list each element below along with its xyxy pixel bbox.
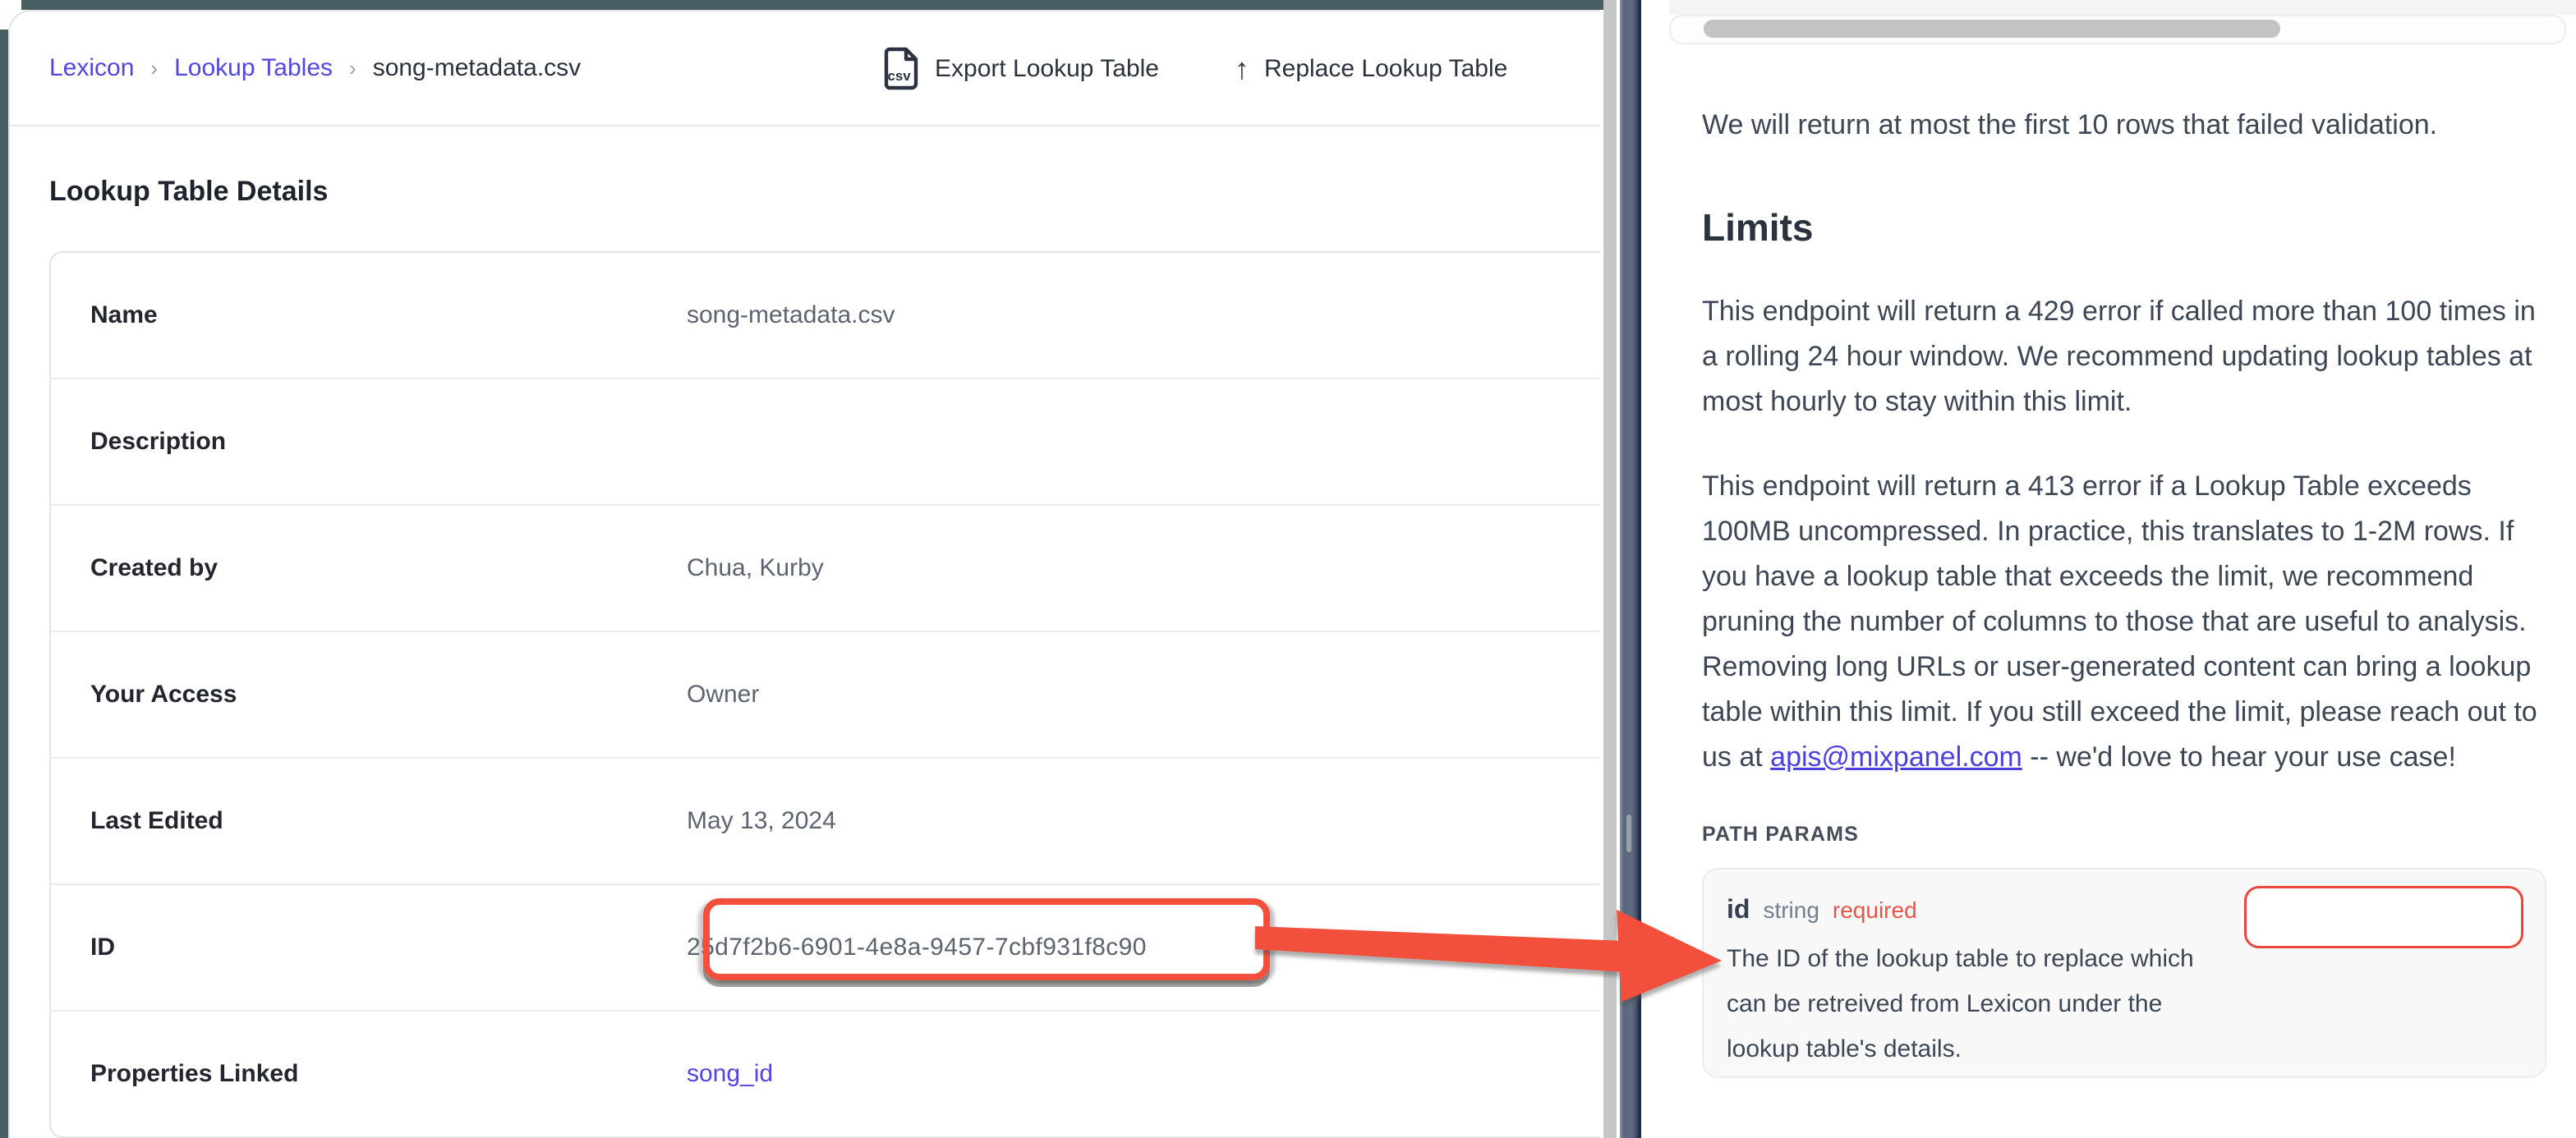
divider-scrollbar-thumb[interactable] bbox=[1626, 814, 1631, 852]
row-value: Owner bbox=[687, 681, 759, 709]
breadcrumb: Lexicon › Lookup Tables › song-metadata.… bbox=[49, 54, 581, 82]
table-row-last-edited: Last Edited May 13, 2024 bbox=[51, 757, 1600, 883]
table-row-name: Name song-metadata.csv bbox=[51, 253, 1600, 378]
path-params-label: PATH PARAMS bbox=[1702, 823, 2543, 847]
export-lookup-table-button[interactable]: csv Export Lookup Table bbox=[884, 47, 1159, 91]
row-label: Name bbox=[51, 301, 687, 329]
id-param-input[interactable] bbox=[2244, 886, 2523, 948]
row-label: Created by bbox=[51, 554, 687, 582]
paragraph-text: This endpoint will return a 413 error if… bbox=[1702, 470, 2537, 773]
replace-button-label: Replace Lookup Table bbox=[1264, 55, 1507, 83]
limits-heading: Limits bbox=[1702, 205, 2543, 250]
chevron-right-icon: › bbox=[349, 56, 356, 81]
breadcrumb-lookup-tables-link[interactable]: Lookup Tables bbox=[174, 54, 333, 82]
param-required-badge: required bbox=[1833, 897, 1917, 924]
row-value: May 13, 2024 bbox=[687, 807, 836, 835]
id-param-card: id string required The ID of the lookup … bbox=[1702, 868, 2546, 1078]
row-value: song-metadata.csv bbox=[687, 301, 895, 329]
param-name: id bbox=[1727, 894, 1750, 925]
row-label: Description bbox=[51, 428, 687, 456]
backdrop-top-band bbox=[21, 0, 1603, 10]
chevron-right-icon: › bbox=[150, 56, 158, 81]
limits-paragraph-413: This endpoint will return a 413 error if… bbox=[1702, 464, 2543, 780]
limits-paragraph-429: This endpoint will return a 429 error if… bbox=[1702, 289, 2543, 424]
param-type: string bbox=[1763, 897, 1819, 924]
header-actions: csv Export Lookup Table ↑ Replace Lookup… bbox=[884, 44, 1507, 94]
docs-window: We will return at most the first 10 rows… bbox=[1641, 0, 2576, 1138]
csv-file-icon: csv bbox=[884, 47, 920, 91]
page-title: Lookup Table Details bbox=[49, 176, 1600, 210]
backdrop-left-edge bbox=[0, 30, 8, 1138]
paragraph-text: -- we'd love to hear your use case! bbox=[2022, 741, 2456, 773]
lexicon-header: Lexicon › Lookup Tables › song-metadata.… bbox=[10, 11, 1600, 126]
row-label: ID bbox=[51, 934, 687, 961]
table-row-id: ID 25d7f2b6-6901-4e8a-9457-7cbf931f8c90 bbox=[51, 883, 1600, 1010]
breadcrumb-lexicon-link[interactable]: Lexicon bbox=[49, 54, 134, 82]
song-id-property-link[interactable]: song_id bbox=[687, 1060, 773, 1088]
row-label: Last Edited bbox=[51, 807, 687, 835]
left-window-scrollbar[interactable] bbox=[1603, 0, 1617, 1138]
table-row-properties-linked: Properties Linked song_id bbox=[51, 1010, 1600, 1136]
table-row-created-by: Created by Chua, Kurby bbox=[51, 504, 1600, 631]
lexicon-window: Lexicon › Lookup Tables › song-metadata.… bbox=[8, 10, 1600, 1138]
table-row-your-access: Your Access Owner bbox=[51, 631, 1600, 757]
validation-note-text: We will return at most the first 10 rows… bbox=[1702, 103, 2543, 146]
breadcrumb-current-file: song-metadata.csv bbox=[373, 54, 581, 82]
export-button-label: Export Lookup Table bbox=[935, 55, 1159, 83]
row-value: Chua, Kurby bbox=[687, 554, 824, 582]
row-label: Your Access bbox=[51, 681, 687, 709]
param-description: The ID of the lookup table to replace wh… bbox=[1704, 925, 2220, 1071]
window-divider-bar bbox=[1620, 0, 1641, 1138]
arrow-up-icon: ↑ bbox=[1235, 52, 1249, 86]
replace-lookup-table-button[interactable]: ↑ Replace Lookup Table bbox=[1235, 52, 1507, 86]
lookup-table-id-value: 25d7f2b6-6901-4e8a-9457-7cbf931f8c90 bbox=[687, 934, 1147, 961]
row-label: Properties Linked bbox=[51, 1060, 687, 1088]
lookup-table-details-card: Name song-metadata.csv Description Creat… bbox=[49, 251, 1600, 1138]
svg-text:csv: csv bbox=[887, 68, 911, 84]
mixpanel-email-link[interactable]: apis@mixpanel.com bbox=[1770, 741, 2022, 773]
screenshot-stage: Lexicon › Lookup Tables › song-metadata.… bbox=[0, 0, 2576, 1138]
docs-content: We will return at most the first 10 rows… bbox=[1702, 0, 2543, 1078]
table-row-description: Description bbox=[51, 378, 1600, 504]
